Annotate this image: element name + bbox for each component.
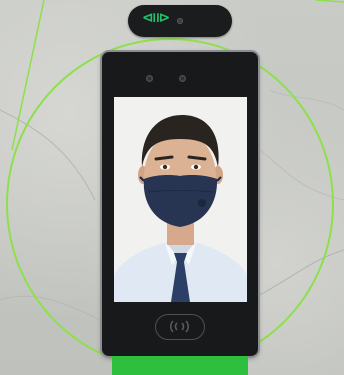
camera-band xyxy=(132,70,200,88)
camera-icon xyxy=(146,75,153,82)
thermal-sensor-bar: ⧏⧐ xyxy=(128,5,232,37)
face-recognition-terminal xyxy=(102,52,258,356)
device-stand xyxy=(112,356,248,375)
camera-icon xyxy=(179,75,186,82)
masked-person-photo xyxy=(114,97,247,302)
display-screen xyxy=(114,97,247,302)
sensor-lens-icon xyxy=(177,18,183,24)
nfc-reader-icon xyxy=(155,314,205,340)
brand-logo-icon: ⧏⧐ xyxy=(142,10,170,26)
